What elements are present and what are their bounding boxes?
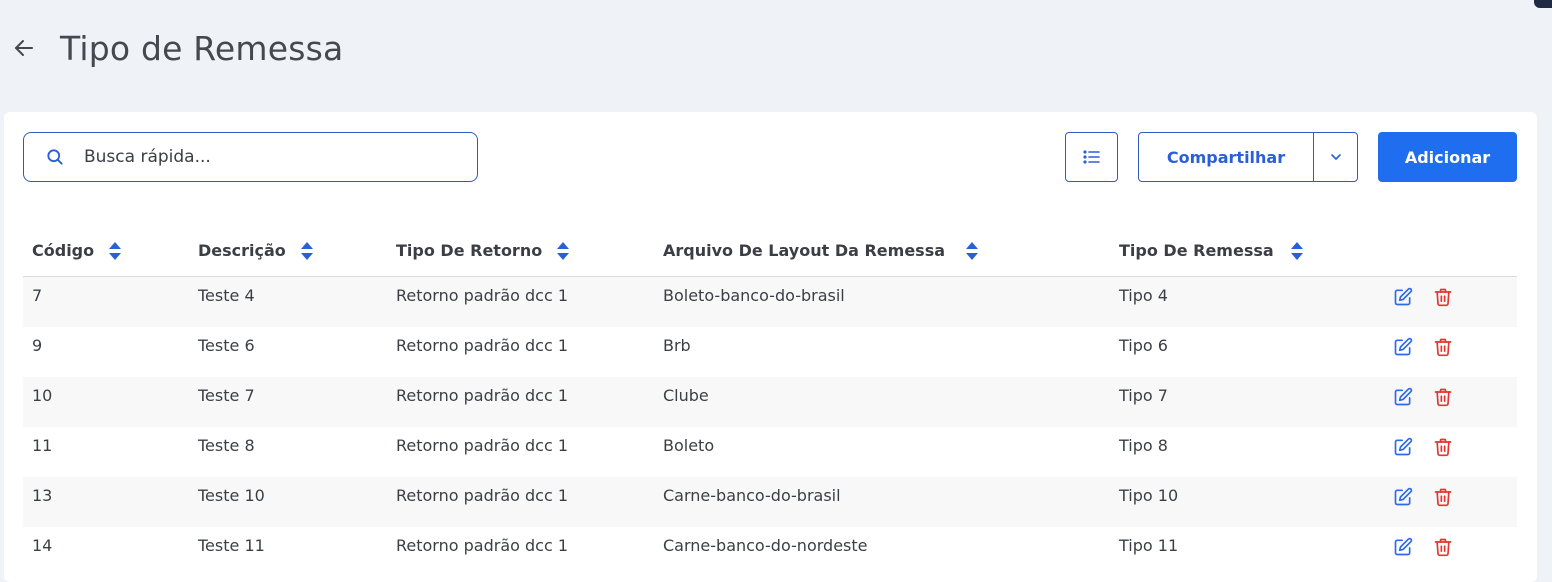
table-body: 7 Teste 4 Retorno padrão dcc 1 Boleto-ba… <box>23 277 1517 577</box>
cell-tipo-de-remessa: Tipo 8 <box>1119 436 1168 455</box>
share-button[interactable]: Compartilhar <box>1139 133 1314 181</box>
row-actions <box>1393 487 1453 507</box>
cell-tipo-de-retorno: Retorno padrão dcc 1 <box>396 386 569 405</box>
chevron-down-icon <box>1330 154 1341 160</box>
cell-descricao: Teste 11 <box>198 536 265 555</box>
cell-descricao: Teste 6 <box>198 336 255 355</box>
edit-icon[interactable] <box>1393 537 1413 557</box>
page-header: Tipo de Remessa <box>10 26 343 70</box>
table-row[interactable]: 13 Teste 10 Retorno padrão dcc 1 Carne-b… <box>23 477 1517 527</box>
column-header-codigo[interactable]: Código <box>32 241 122 261</box>
content-card: Compartilhar Adicionar Código Descrição … <box>4 112 1537 582</box>
column-list-button[interactable] <box>1065 132 1118 182</box>
list-icon <box>1082 150 1100 164</box>
page-title: Tipo de Remessa <box>60 28 344 68</box>
cell-codigo: 9 <box>32 336 43 355</box>
column-header-label: Descrição <box>198 241 286 260</box>
column-header-tipo-de-retorno[interactable]: Tipo De Retorno <box>396 241 570 261</box>
cell-descricao: Teste 7 <box>198 386 255 405</box>
edit-icon[interactable] <box>1393 437 1413 457</box>
column-header-label: Tipo De Remessa <box>1119 241 1274 260</box>
data-table: Código Descrição Tipo De Retorno Arquivo… <box>23 225 1517 577</box>
trash-icon[interactable] <box>1433 437 1453 457</box>
sort-icon[interactable] <box>1290 241 1304 261</box>
edit-icon[interactable] <box>1393 337 1413 357</box>
sort-icon[interactable] <box>108 241 122 261</box>
back-button[interactable] <box>10 34 38 62</box>
cell-tipo-de-remessa: Tipo 4 <box>1119 286 1168 305</box>
row-actions <box>1393 437 1453 457</box>
cell-tipo-de-retorno: Retorno padrão dcc 1 <box>396 336 569 355</box>
search-icon <box>44 146 66 168</box>
trash-icon[interactable] <box>1433 487 1453 507</box>
cell-codigo: 10 <box>32 386 53 405</box>
cell-tipo-de-remessa: Tipo 10 <box>1119 486 1179 505</box>
sort-icon[interactable] <box>556 241 570 261</box>
table-row[interactable]: 14 Teste 11 Retorno padrão dcc 1 Carne-b… <box>23 527 1517 577</box>
trash-icon[interactable] <box>1433 387 1453 407</box>
cell-tipo-de-remessa: Tipo 6 <box>1119 336 1168 355</box>
cell-codigo: 11 <box>32 436 53 455</box>
edit-icon[interactable] <box>1393 287 1413 307</box>
table-row[interactable]: 9 Teste 6 Retorno padrão dcc 1 Brb Tipo … <box>23 327 1517 377</box>
table-row[interactable]: 10 Teste 7 Retorno padrão dcc 1 Clube Ti… <box>23 377 1517 427</box>
column-header-label: Código <box>32 241 95 260</box>
table-row[interactable]: 7 Teste 4 Retorno padrão dcc 1 Boleto-ba… <box>23 277 1517 327</box>
share-button-group: Compartilhar <box>1138 132 1358 182</box>
row-actions <box>1393 387 1453 407</box>
cell-tipo-de-retorno: Retorno padrão dcc 1 <box>396 536 569 555</box>
row-actions <box>1393 337 1453 357</box>
cell-descricao: Teste 8 <box>198 436 255 455</box>
row-actions <box>1393 287 1453 307</box>
cell-arquivo-layout: Brb <box>663 336 691 355</box>
cell-arquivo-layout: Clube <box>663 386 709 405</box>
cell-descricao: Teste 10 <box>198 486 265 505</box>
trash-icon[interactable] <box>1433 537 1453 557</box>
cell-arquivo-layout: Carne-banco-do-brasil <box>663 486 841 505</box>
cell-arquivo-layout: Boleto-banco-do-brasil <box>663 286 845 305</box>
share-dropdown-toggle[interactable] <box>1314 133 1357 181</box>
edit-icon[interactable] <box>1393 387 1413 407</box>
cell-tipo-de-remessa: Tipo 7 <box>1119 386 1168 405</box>
column-header-tipo-de-remessa[interactable]: Tipo De Remessa <box>1119 241 1304 261</box>
search-box[interactable] <box>23 132 478 182</box>
sort-icon[interactable] <box>965 241 979 261</box>
cell-codigo: 14 <box>32 536 53 555</box>
cell-tipo-de-retorno: Retorno padrão dcc 1 <box>396 436 569 455</box>
cell-codigo: 7 <box>32 286 43 305</box>
arrow-left-icon <box>15 40 33 56</box>
cell-arquivo-layout: Boleto <box>663 436 715 455</box>
corner-tab <box>1534 0 1552 8</box>
add-button[interactable]: Adicionar <box>1378 132 1517 182</box>
row-actions <box>1393 537 1453 557</box>
cell-arquivo-layout: Carne-banco-do-nordeste <box>663 536 868 555</box>
table-row[interactable]: 11 Teste 8 Retorno padrão dcc 1 Boleto T… <box>23 427 1517 477</box>
column-header-label: Arquivo De Layout Da Remessa <box>663 241 946 260</box>
cell-tipo-de-remessa: Tipo 11 <box>1119 536 1179 555</box>
column-header-descricao[interactable]: Descrição <box>198 241 314 261</box>
cell-tipo-de-retorno: Retorno padrão dcc 1 <box>396 286 569 305</box>
edit-icon[interactable] <box>1393 487 1413 507</box>
trash-icon[interactable] <box>1433 337 1453 357</box>
search-input[interactable] <box>84 133 477 181</box>
cell-tipo-de-retorno: Retorno padrão dcc 1 <box>396 486 569 505</box>
sort-icon[interactable] <box>300 241 314 261</box>
trash-icon[interactable] <box>1433 287 1453 307</box>
cell-descricao: Teste 4 <box>198 286 255 305</box>
column-header-label: Tipo De Retorno <box>396 241 543 260</box>
cell-codigo: 13 <box>32 486 53 505</box>
column-header-arquivo-layout[interactable]: Arquivo De Layout Da Remessa <box>663 241 979 261</box>
table-header: Código Descrição Tipo De Retorno Arquivo… <box>23 225 1517 277</box>
